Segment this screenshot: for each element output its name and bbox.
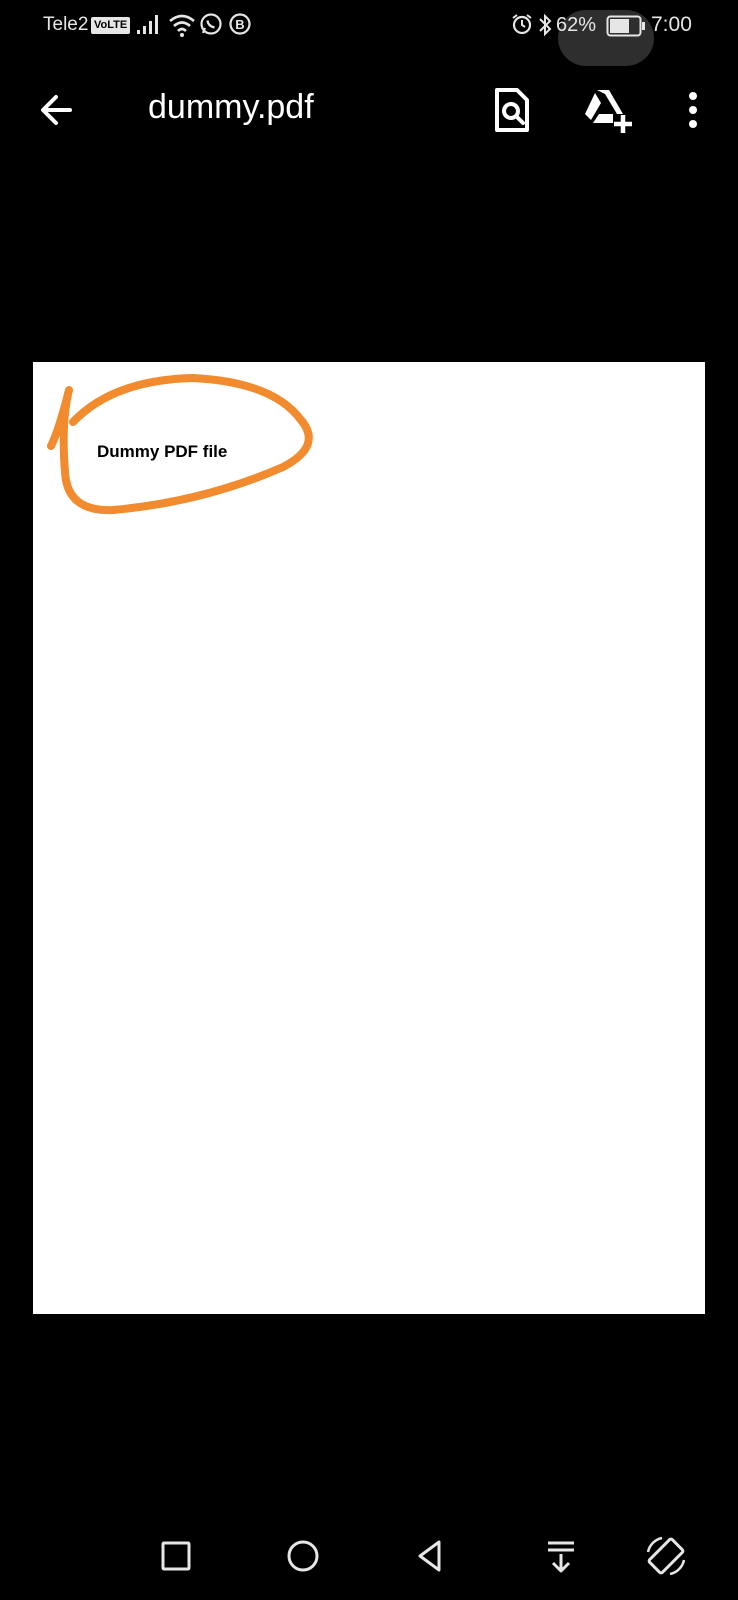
notifications-down-icon <box>548 1541 574 1573</box>
home-circle-icon <box>287 1540 319 1572</box>
add-to-drive-button[interactable] <box>579 84 635 136</box>
app-bar: dummy.pdf <box>0 70 738 150</box>
document-title: dummy.pdf <box>148 88 314 126</box>
find-in-page-button[interactable] <box>485 84 537 136</box>
status-bar: Tele2 VoLTE B 62% 7:00 <box>0 0 738 66</box>
back-triangle-icon <box>418 1540 441 1572</box>
system-back-button[interactable] <box>405 1530 457 1582</box>
home-button[interactable] <box>277 1530 329 1582</box>
back-arrow-icon <box>41 95 72 125</box>
recents-square-icon <box>161 1541 191 1571</box>
recents-button[interactable] <box>150 1530 202 1582</box>
wifi-icon <box>169 14 195 37</box>
clock: 7:00 <box>651 13 692 36</box>
more-options-button[interactable] <box>670 84 716 136</box>
find-in-page-icon <box>495 88 529 132</box>
bluetooth-icon <box>539 13 552 37</box>
whatsapp-icon <box>200 13 222 35</box>
more-vert-icon <box>689 92 697 128</box>
battery-percentage: 62% <box>556 14 597 36</box>
svg-text:B: B <box>235 17 244 32</box>
battery-icon <box>606 15 645 37</box>
volte-badge: VoLTE <box>91 17 131 34</box>
alarm-icon <box>512 14 532 35</box>
signal-icon <box>137 15 158 34</box>
rotate-screen-icon <box>646 1536 686 1576</box>
carrier-name: Tele2 <box>43 14 89 35</box>
back-button[interactable] <box>32 84 84 136</box>
b-badge-icon: B <box>229 13 251 35</box>
rotate-screen-button[interactable] <box>640 1530 692 1582</box>
pdf-page[interactable]: Dummy PDF file <box>33 362 705 1314</box>
ink-annotation <box>47 374 313 515</box>
navigation-bar <box>0 1520 738 1600</box>
notifications-button[interactable] <box>535 1530 587 1582</box>
add-to-drive-icon <box>585 90 632 133</box>
